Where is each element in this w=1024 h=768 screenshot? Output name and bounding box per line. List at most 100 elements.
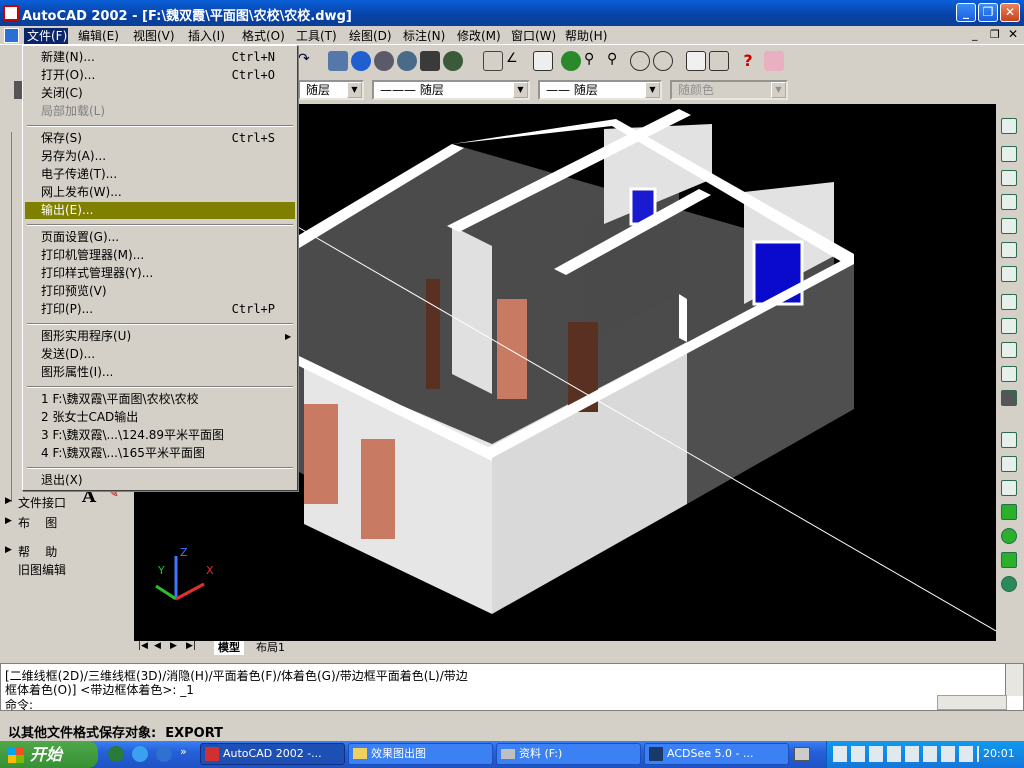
expand-icon[interactable]: ▶ [5,516,12,526]
quicklaunch-browser-icon[interactable] [156,746,172,762]
task-folder-render[interactable]: 效果图出图 [348,743,493,765]
db-connect-icon[interactable] [443,51,463,71]
chevron-down-icon[interactable]: ▼ [347,82,362,98]
layer-select[interactable]: 随层 ▼ [298,80,364,100]
zoom-previous-icon[interactable] [630,51,650,71]
menu-item-close[interactable]: 关闭(C) [25,85,295,102]
task-autocad[interactable]: AutoCAD 2002 -... [200,743,345,765]
menu-file[interactable]: 文件(F) [24,28,68,44]
menu-modify[interactable]: 修改(M) [457,28,501,44]
pan-icon[interactable] [561,51,581,71]
tab-first-icon[interactable]: |◀ [138,641,148,651]
box-icon[interactable] [1001,146,1017,162]
design-center-icon[interactable] [420,51,440,71]
menu-item-plotter-manager[interactable]: 打印机管理器(M)... [25,247,295,264]
iso-view-icon[interactable] [1001,318,1017,334]
properties-icon[interactable] [328,51,348,71]
menu-item-save-as[interactable]: 另存为(A)... [25,148,295,165]
menu-item-export[interactable]: 输出(E)... [25,202,295,219]
list-icon[interactable] [686,51,706,71]
command-prompt[interactable]: 命令: [5,696,33,713]
menu-item-recent-2[interactable]: 2 张女士CAD输出 [25,409,295,426]
doc-restore-icon[interactable]: ❐ [990,28,1000,41]
menu-help[interactable]: 帮助(H) [565,28,607,44]
globe-icon[interactable] [397,51,417,71]
menu-item-drawing-properties[interactable]: 图形属性(I)... [25,364,295,381]
zoom-window-icon[interactable]: ⚲ [607,51,627,71]
left-item-help[interactable]: 帮 助 [18,543,57,560]
restore-icon[interactable]: ❐ [978,3,998,22]
menu-format[interactable]: 格式(O) [242,28,285,44]
doc-close-icon[interactable]: ✕ [1008,27,1018,41]
quicklaunch-more-icon[interactable]: » [180,745,187,758]
box-icon[interactable] [1001,170,1017,186]
app-icon[interactable] [3,5,19,21]
document-icon[interactable] [4,28,19,43]
autodesk-today-icon[interactable] [351,51,371,71]
window-icon[interactable] [533,51,553,71]
menu-item-exit[interactable]: 退出(X) [25,472,295,489]
menu-item-recent-1[interactable]: 1 F:\魏双霞\平面图\农校\农校 [25,391,295,408]
chevron-down-icon[interactable]: ▼ [771,82,786,98]
box-icon[interactable] [1001,266,1017,282]
iso-view-icon[interactable] [1001,366,1017,382]
expand-icon[interactable]: ▶ [5,545,12,555]
quicklaunch-media-icon[interactable] [108,746,124,762]
green-box-icon[interactable] [1001,552,1017,568]
menu-item-open[interactable]: 打开(O)... Ctrl+O [25,67,295,84]
linetype-select[interactable]: ——— 随层 ▼ [372,80,530,100]
tab-prev-icon[interactable]: ◀ [154,641,161,651]
tab-next-icon[interactable]: ▶ [170,641,177,651]
expand-icon[interactable]: ▶ [5,496,12,506]
minimize-icon[interactable]: _ [956,3,976,22]
start-button[interactable]: 开始 [0,741,98,768]
lineweight-select[interactable]: —— 随层 ▼ [538,80,662,100]
shade-icon[interactable] [1001,456,1017,472]
angle-icon[interactable]: ∠ [506,51,526,71]
menu-draw[interactable]: 绘图(D) [349,28,392,44]
menu-insert[interactable]: 插入(I) [188,28,225,44]
menu-item-new[interactable]: 新建(N)... Ctrl+N [25,49,295,66]
extra-icon[interactable] [764,51,784,71]
help-icon[interactable]: ? [738,51,758,71]
menu-dimension[interactable]: 标注(N) [403,28,445,44]
quicklaunch-ie-icon[interactable] [132,746,148,762]
menu-item-recent-4[interactable]: 4 F:\魏双霞\...\165平米平面图 [25,445,295,462]
orbit-icon[interactable] [1001,576,1017,592]
clock[interactable]: 20:01 [983,747,1015,760]
command-scrollbar[interactable] [1005,664,1023,696]
task-acdsee[interactable]: ACDSee 5.0 - ... [644,743,789,765]
shade-icon[interactable] [1001,480,1017,496]
redo-icon[interactable]: ↷ [298,51,318,71]
green-box-icon[interactable] [1001,504,1017,520]
left-item-old-edit[interactable]: 旧图编辑 [18,561,66,578]
menu-tools[interactable]: 工具(T) [296,28,337,44]
shade-icon[interactable] [1001,432,1017,448]
close-icon[interactable]: ✕ [1000,3,1020,22]
menu-view[interactable]: 视图(V) [133,28,175,44]
menu-window[interactable]: 窗口(W) [511,28,556,44]
menu-item-recent-3[interactable]: 3 F:\魏双霞\...\124.89平米平面图 [25,427,295,444]
doc-minimize-icon[interactable]: _ [972,28,978,41]
tray-icons[interactable] [833,746,979,762]
iso-view-icon[interactable] [1001,342,1017,358]
menu-item-drawing-utilities[interactable]: 图形实用程序(U) ▶ [25,328,295,345]
iso-view-icon[interactable] [1001,294,1017,310]
menu-item-etransmit[interactable]: 电子传递(T)... [25,166,295,183]
command-hscroll[interactable] [937,695,1007,710]
menu-item-send[interactable]: 发送(D)... [25,346,295,363]
chevron-down-icon[interactable]: ▼ [513,82,528,98]
tab-layout1[interactable]: 布局1 [252,641,289,655]
box-icon[interactable] [1001,194,1017,210]
menu-item-publish-web[interactable]: 网上发布(W)... [25,184,295,201]
menu-item-save[interactable]: 保存(S) Ctrl+S [25,130,295,147]
task-drive-f[interactable]: 资料 (F:) [496,743,641,765]
zoom-extents-icon[interactable] [653,51,673,71]
box-icon[interactable] [1001,242,1017,258]
camera-icon[interactable] [1001,390,1017,406]
command-window[interactable]: [二维线框(2D)/三维线框(3D)/消隐(H)/平面着色(F)/体着色(G)/… [0,663,1024,713]
menu-item-plotstyle-manager[interactable]: 打印样式管理器(Y)... [25,265,295,282]
menu-edit[interactable]: 编辑(E) [78,28,119,44]
match-icon[interactable] [709,51,729,71]
menu-item-page-setup[interactable]: 页面设置(G)... [25,229,295,246]
